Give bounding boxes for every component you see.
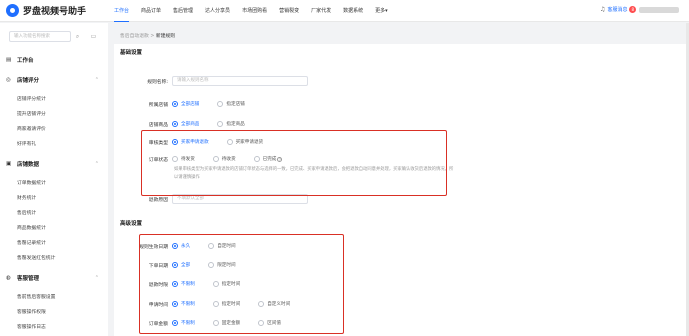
breadcrumb-sep: > (150, 34, 155, 39)
product-label: 店铺商品 (148, 122, 168, 128)
main-content: 售后自动退款 > 新建规则 基础设置 规则名称: 请输入规则名称 所属店铺 全部… (108, 23, 689, 336)
message-badge: 8 (629, 6, 636, 13)
nav-item-aftersales[interactable]: 售后管理 (173, 0, 193, 22)
user-name-blurred[interactable] (639, 6, 679, 13)
workbench-icon: ▤ (6, 57, 12, 63)
chevron-up-icon[interactable]: ⌃ (95, 77, 99, 83)
sidebar-search-input[interactable]: 输入功能名称搜索 (9, 31, 71, 42)
sidebar-item[interactable]: 店铺评分统计 (17, 95, 46, 102)
form-card: 基础设置 规则名称: 请输入规则名称 所属店铺 全部店铺 指定店铺 店铺商品 全… (114, 44, 686, 336)
nav-item-dropship[interactable]: 厂家代发 (311, 0, 331, 22)
shop-option-specific[interactable]: 指定店铺 (217, 101, 245, 107)
sidebar-item[interactable]: 售前售后客服设置 (17, 293, 55, 300)
customer-service-link[interactable]: 客服消息 (607, 6, 627, 13)
radio-icon (172, 121, 178, 127)
search-icon[interactable]: ⌕ (72, 31, 83, 42)
rule-name-input[interactable]: 请输入规则名称 (172, 76, 308, 86)
refund-reason-label: 退款原因 (148, 197, 168, 203)
nav-item-orders[interactable]: 商品订单 (141, 0, 161, 22)
sidebar-item[interactable]: 提升店铺评分 (17, 110, 46, 117)
collapse-icon[interactable]: ▭ (88, 31, 99, 42)
nav-item-workbench[interactable]: 工作台 (114, 0, 130, 22)
data-icon: ▣ (6, 161, 12, 167)
rule-name-row: 规则名称: 请输入规则名称 (114, 76, 674, 86)
sidebar-group-label: 店铺评分 (17, 78, 40, 84)
sidebar-item[interactable]: 商品数据统计 (17, 224, 46, 231)
basic-settings-title: 基础设置 (120, 50, 143, 56)
product-option-specific[interactable]: 指定商品 (217, 121, 245, 127)
sidebar: 输入功能名称搜索 ⌕ ▭ ▤ 工作台 ◎ 店铺评分 ⌃ 店铺评分统计 提升店铺评… (0, 23, 108, 336)
score-icon: ◎ (6, 77, 11, 83)
sidebar-group-label: 工作台 (17, 58, 34, 64)
sidebar-group-customer-service[interactable]: ◍ 客服管理 (6, 274, 39, 282)
sidebar-group-label: 客服管理 (17, 276, 40, 282)
radio-icon (172, 101, 178, 107)
shop-row: 所属店铺 全部店铺 指定店铺 (114, 99, 674, 109)
sidebar-item[interactable]: 好评有礼 (17, 140, 36, 147)
product-option-all[interactable]: 全部商品 (172, 121, 199, 127)
sidebar-item[interactable]: 客服操作日志 (17, 323, 46, 330)
nav-item-group-buy[interactable]: 市场团购看 (242, 0, 267, 22)
app-title: 罗盘视频号助手 (23, 7, 87, 17)
advanced-settings-title: 高级设置 (120, 221, 143, 227)
shop-label: 所属店铺 (148, 102, 168, 108)
nav-item-marketing[interactable]: 营销裂变 (279, 0, 299, 22)
breadcrumb-parent[interactable]: 售后自动退款 (120, 34, 149, 39)
top-bar: 罗盘视频号助手 工作台 商品订单 售后管理 达人分享员 市场团购看 营销裂变 厂… (0, 0, 689, 22)
nav-item-data[interactable]: 数据系统 (343, 0, 363, 22)
bell-icon[interactable]: ♫ (600, 6, 605, 13)
rule-name-label: 规则名称: (147, 79, 168, 85)
top-nav: 工作台 商品订单 售后管理 达人分享员 市场团购看 营销裂变 厂家代发 数据系统… (114, 0, 400, 22)
nav-item-more[interactable]: 更多▾ (375, 0, 388, 22)
chevron-up-icon[interactable]: ⌃ (95, 161, 99, 167)
sidebar-group-label: 店铺数据 (17, 162, 40, 168)
sidebar-item[interactable]: 商家邀请评价 (17, 125, 46, 132)
sidebar-item[interactable]: 售罄记录统计 (17, 239, 46, 246)
highlight-box-refund-type (141, 130, 447, 196)
sidebar-item[interactable]: 客服操作权限 (17, 308, 46, 315)
highlight-box-advanced (139, 234, 344, 334)
breadcrumb: 售后自动退款 > 新建规则 (120, 32, 175, 39)
service-icon: ◍ (6, 275, 11, 281)
shop-option-all[interactable]: 全部店铺 (172, 101, 199, 107)
sidebar-item[interactable]: 订单数据统计 (17, 179, 46, 186)
radio-icon (217, 101, 224, 107)
breadcrumb-current: 新建规则 (155, 34, 176, 39)
sidebar-item[interactable]: 售后统计 (17, 209, 36, 216)
app-logo[interactable]: 罗盘视频号助手 (6, 4, 86, 17)
sidebar-item[interactable]: 财务统计 (17, 194, 36, 201)
radio-icon (217, 121, 224, 127)
sidebar-group-shop-data[interactable]: ▣ 店铺数据 (6, 160, 39, 168)
sidebar-group-workbench[interactable]: ▤ 工作台 (6, 56, 34, 64)
sidebar-item[interactable]: 售罄发送红包统计 (17, 254, 55, 261)
chevron-up-icon[interactable]: ⌃ (95, 275, 99, 281)
logo-icon (6, 4, 19, 17)
header-right: ♫ 客服消息 8 (600, 6, 679, 13)
nav-item-sharers[interactable]: 达人分享员 (205, 0, 230, 22)
product-row: 店铺商品 全部商品 指定商品 (114, 119, 674, 129)
sidebar-group-shop-score[interactable]: ◎ 店铺评分 (6, 76, 39, 84)
